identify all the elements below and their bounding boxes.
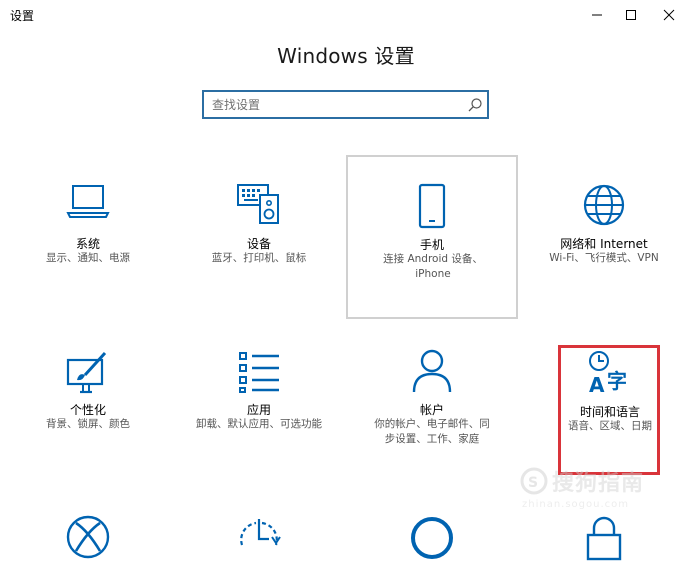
- tile-cortana[interactable]: [347, 505, 517, 559]
- tile-personalization[interactable]: 个性化 背景、锁屏、颜色: [3, 320, 173, 485]
- search-icon[interactable]: [467, 97, 483, 113]
- watermark-text: 搜狗指南: [552, 471, 645, 496]
- search-input[interactable]: 查找设置: [212, 96, 260, 113]
- sogou-logo-icon: S: [520, 467, 548, 495]
- cortana-icon: [411, 517, 453, 559]
- tile-apps-label: 应用: [246, 403, 271, 417]
- tile-gaming[interactable]: [3, 505, 173, 559]
- tile-devices[interactable]: 设备 蓝牙、打印机、鼠标: [174, 155, 344, 320]
- maximize-icon: [626, 10, 636, 20]
- tile-phone-desc: 连接 Android 设备、iPhone: [383, 253, 483, 280]
- tile-network[interactable]: 网络和 Internet Wi-Fi、飞行模式、VPN: [519, 155, 689, 320]
- tile-system[interactable]: 系统 显示、通知、电源: [3, 155, 173, 320]
- window-title: 设置: [10, 9, 35, 23]
- svg-text:S: S: [528, 475, 538, 491]
- personalization-icon: [66, 351, 107, 394]
- highlight-box: [558, 345, 660, 475]
- globe-icon: [583, 184, 625, 226]
- tile-personalization-label: 个性化: [69, 403, 106, 417]
- xbox-icon: [66, 515, 110, 559]
- tile-phone-label: 手机: [419, 238, 444, 252]
- tile-accounts-label: 帐户: [419, 403, 444, 417]
- tile-phone[interactable]: 手机 连接 Android 设备、iPhone: [346, 155, 518, 319]
- watermark: S 搜狗指南 zhinan.sogou.com: [510, 465, 680, 515]
- tile-system-desc: 显示、通知、电源: [46, 252, 130, 264]
- tile-apps[interactable]: 应用 卸载、默认应用、可选功能: [174, 320, 344, 485]
- tile-accounts-desc: 你的帐户、电子邮件、同步设置、工作、家庭: [374, 418, 490, 445]
- minimize-icon: [592, 14, 602, 16]
- close-icon: [663, 9, 675, 21]
- tile-devices-desc: 蓝牙、打印机、鼠标: [211, 252, 307, 264]
- tile-devices-label: 设备: [246, 237, 271, 251]
- tile-network-desc: Wi-Fi、飞行模式、VPN: [549, 252, 659, 264]
- apps-list-icon: [239, 352, 279, 393]
- laptop-icon: [66, 185, 110, 218]
- lock-icon: [586, 516, 622, 561]
- tile-apps-desc: 卸载、默认应用、可选功能: [196, 418, 322, 430]
- phone-icon: [418, 183, 446, 229]
- page-title: Windows 设置: [277, 44, 415, 68]
- tile-network-label: 网络和 Internet: [560, 237, 648, 251]
- tile-update[interactable]: [174, 505, 344, 546]
- tile-accounts[interactable]: 帐户 你的帐户、电子邮件、同步设置、工作、家庭: [347, 320, 517, 485]
- devices-icon: [237, 184, 279, 224]
- tile-personalization-desc: 背景、锁屏、颜色: [46, 418, 130, 430]
- close-button[interactable]: [646, 0, 692, 30]
- person-icon: [412, 349, 452, 393]
- update-icon: [240, 519, 281, 546]
- title-bar: 设置: [0, 0, 692, 30]
- watermark-url: zhinan.sogou.com: [522, 499, 630, 510]
- tile-system-label: 系统: [75, 237, 100, 251]
- search-box[interactable]: 查找设置: [202, 90, 489, 119]
